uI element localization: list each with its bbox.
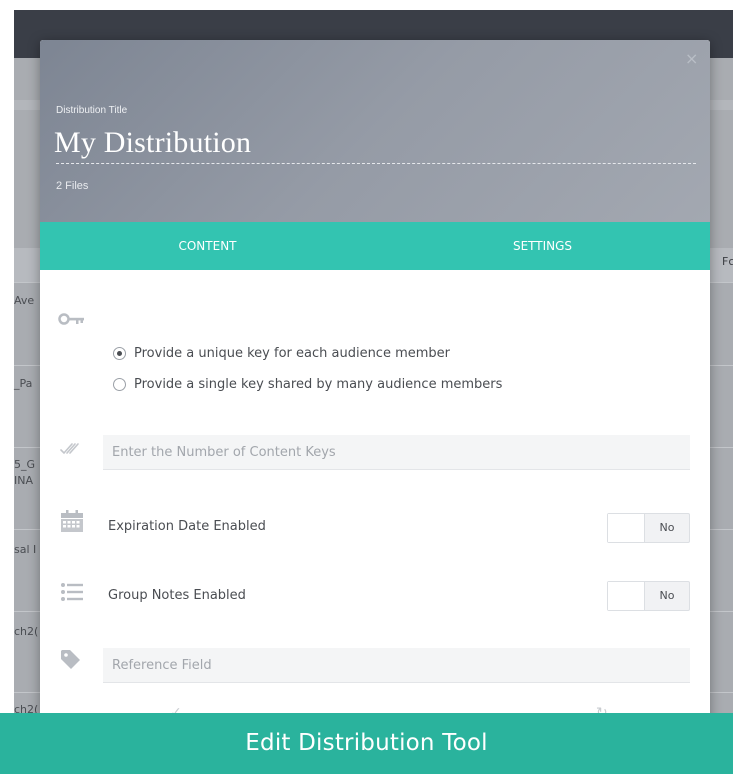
radio-shared-key-button[interactable] [113, 377, 126, 391]
content-keys-field[interactable] [103, 435, 690, 470]
background-row-label: ch2( [14, 625, 39, 638]
radio-shared-key[interactable]: Provide a single key shared by many audi… [113, 374, 502, 394]
content-keys-input[interactable] [103, 435, 690, 469]
background-row-label: Ave [14, 294, 35, 307]
double-check-icon [60, 441, 84, 461]
expiration-label: Expiration Date Enabled [108, 519, 266, 534]
background-row-label: sal I [14, 543, 37, 556]
background-column-header: Fc [722, 255, 733, 268]
radio-shared-key-label: Provide a single key shared by many audi… [134, 376, 503, 392]
tab-content[interactable]: CONTENT [40, 222, 375, 270]
background-row-label: 5_G [14, 458, 36, 471]
group-notes-label: Group Notes Enabled [108, 588, 246, 603]
modal-header: × Distribution Title My Distribution 2 F… [40, 40, 710, 222]
distribution-title-label: Distribution Title [56, 105, 128, 116]
tab-settings[interactable]: SETTINGS [375, 222, 710, 270]
close-icon[interactable]: × [685, 51, 698, 67]
title-underline [56, 163, 696, 164]
tag-icon [61, 650, 81, 674]
distribution-title-input[interactable]: My Distribution [54, 126, 251, 160]
modal-body: Provide a unique key for each audience m… [40, 270, 710, 730]
modal-tabs: CONTENT SETTINGS [40, 222, 710, 452]
expiration-toggle[interactable]: No [607, 513, 690, 543]
edit-distribution-modal: × Distribution Title My Distribution 2 F… [40, 40, 710, 730]
expiration-toggle-label: No [659, 521, 675, 534]
group-notes-toggle-label: No [659, 589, 675, 602]
radio-unique-key[interactable]: Provide a unique key for each audience m… [113, 343, 450, 363]
toggle-knob [608, 514, 645, 542]
background-row-label: _Pa [14, 377, 33, 390]
caption-banner: Edit Distribution Tool [0, 713, 733, 774]
list-icon [61, 583, 83, 605]
radio-unique-key-label: Provide a unique key for each audience m… [134, 345, 451, 361]
key-icon [58, 310, 88, 330]
reference-field[interactable] [103, 648, 690, 683]
toggle-knob [608, 582, 645, 610]
files-count: 2 Files [56, 180, 89, 192]
calendar-icon [61, 510, 83, 536]
reference-input[interactable] [103, 648, 690, 682]
radio-unique-key-button[interactable] [113, 346, 126, 360]
background-row-label: INA [14, 474, 33, 487]
group-notes-toggle[interactable]: No [607, 581, 690, 611]
